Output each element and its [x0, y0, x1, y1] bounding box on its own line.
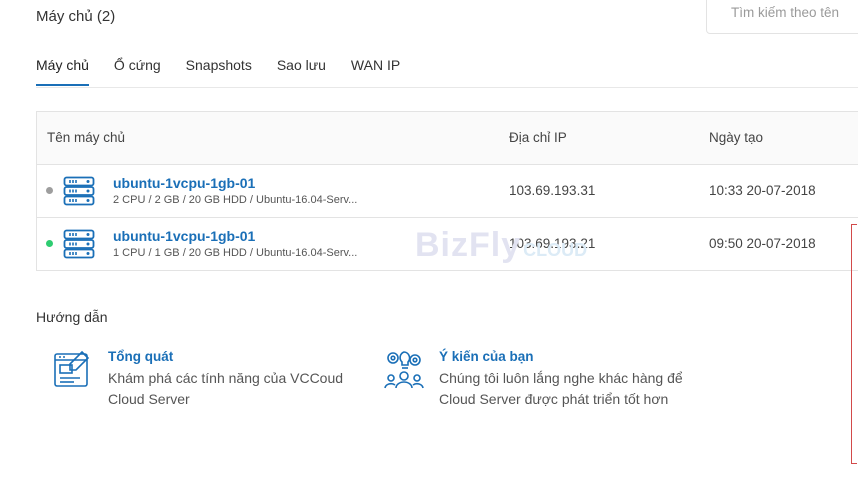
blueprint-icon: [54, 350, 90, 387]
header-created: Ngày tạo: [709, 130, 764, 145]
status-dot: [46, 187, 53, 194]
highlight-frame-edge: [851, 224, 857, 464]
server-ip: 103.69.193.31: [509, 183, 596, 198]
tab-disks[interactable]: Ổ cứng: [114, 56, 161, 86]
guide-item-desc: Chúng tôi luôn lắng nghe khác hàng để Cl…: [439, 370, 683, 407]
server-spec: 2 CPU / 2 GB / 20 GB HDD / Ubuntu-16.04-…: [113, 194, 358, 206]
header-ip: Địa chỉ IP: [509, 130, 567, 145]
guide-item-desc: Khám phá các tính năng của VCCoud Cloud …: [108, 370, 344, 407]
table-header: Tên máy chủ Địa chỉ IP Ngày tạo: [37, 112, 858, 165]
server-icon: [63, 176, 95, 206]
header-name: Tên máy chủ: [47, 130, 126, 145]
server-name-link[interactable]: ubuntu-1vcpu-1gb-01: [113, 175, 255, 191]
server-created: 09:50 20-07-2018: [709, 236, 816, 251]
guide-item-title[interactable]: Ý kiến của bạn: [439, 349, 534, 364]
feedback-team-icon: [384, 351, 424, 389]
tab-backups[interactable]: Sao lưu: [277, 56, 326, 86]
guide-item-title[interactable]: Tổng quát: [108, 349, 173, 364]
page-title: Máy chủ (2): [36, 8, 116, 25]
server-table: Tên máy chủ Địa chỉ IP Ngày tạo ubuntu-1…: [36, 111, 858, 271]
server-icon: [63, 229, 95, 259]
server-ip: 103.69.193.21: [509, 236, 596, 251]
server-name-link[interactable]: ubuntu-1vcpu-1gb-01: [113, 228, 255, 244]
status-dot: [46, 240, 53, 247]
tab-bar: Máy chủ Ổ cứng Snapshots Sao lưu WAN IP: [36, 56, 858, 88]
table-row[interactable]: ubuntu-1vcpu-1gb-01 1 CPU / 1 GB / 20 GB…: [37, 218, 858, 270]
table-row[interactable]: ubuntu-1vcpu-1gb-01 2 CPU / 2 GB / 20 GB…: [37, 165, 858, 218]
search-input[interactable]: Tìm kiếm theo tên: [706, 0, 858, 34]
tab-snapshots[interactable]: Snapshots: [186, 56, 252, 86]
tab-wan-ip[interactable]: WAN IP: [351, 56, 400, 86]
server-spec: 1 CPU / 1 GB / 20 GB HDD / Ubuntu-16.04-…: [113, 247, 358, 259]
server-created: 10:33 20-07-2018: [709, 183, 816, 198]
guide-title: Hướng dẫn: [36, 309, 108, 325]
tab-servers[interactable]: Máy chủ: [36, 56, 89, 86]
